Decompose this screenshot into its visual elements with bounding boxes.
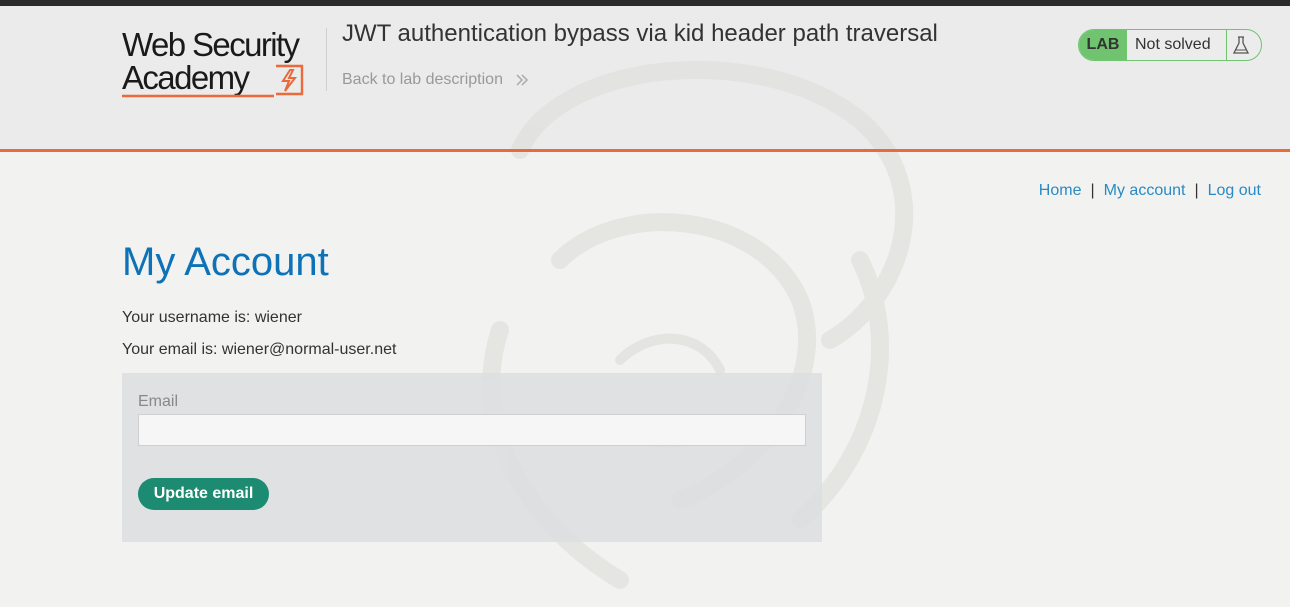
logo-underline bbox=[122, 94, 274, 98]
email-info: Your email is: wiener@normal-user.net bbox=[122, 341, 397, 358]
page-title: My Account bbox=[122, 240, 329, 284]
web-security-academy-logo[interactable]: Web Security Academy bbox=[122, 28, 326, 100]
nav-home-link[interactable]: Home bbox=[1039, 182, 1082, 199]
lab-title: JWT authentication bypass via kid header… bbox=[342, 20, 938, 47]
back-to-lab-description-link[interactable]: Back to lab description bbox=[342, 71, 529, 89]
lab-status-widget: LAB Not solved bbox=[1078, 29, 1262, 61]
back-link-label: Back to lab description bbox=[342, 71, 503, 88]
lab-status-text: Not solved bbox=[1135, 36, 1211, 53]
double-chevron-right-icon bbox=[516, 74, 529, 86]
header-divider bbox=[326, 28, 327, 91]
nav-separator: | bbox=[1090, 182, 1095, 199]
nav-my-account-link[interactable]: My account bbox=[1104, 182, 1186, 199]
username-info: Your username is: wiener bbox=[122, 309, 302, 326]
header-accent-line bbox=[0, 149, 1290, 152]
email-label: Email bbox=[138, 393, 179, 410]
email-input[interactable] bbox=[138, 414, 806, 446]
nav-separator: | bbox=[1194, 182, 1199, 199]
top-navigation: Home | My account | Log out bbox=[1039, 182, 1261, 200]
nav-log-out-link[interactable]: Log out bbox=[1208, 182, 1261, 199]
update-email-button[interactable]: Update email bbox=[138, 478, 269, 510]
logo-lightning-icon bbox=[276, 64, 304, 96]
logo-line-1: Web Security bbox=[122, 26, 300, 63]
lab-badge: LAB bbox=[1079, 30, 1127, 60]
change-email-form: Email Update email bbox=[122, 373, 822, 542]
flask-icon bbox=[1232, 36, 1250, 54]
status-divider bbox=[1226, 30, 1227, 60]
